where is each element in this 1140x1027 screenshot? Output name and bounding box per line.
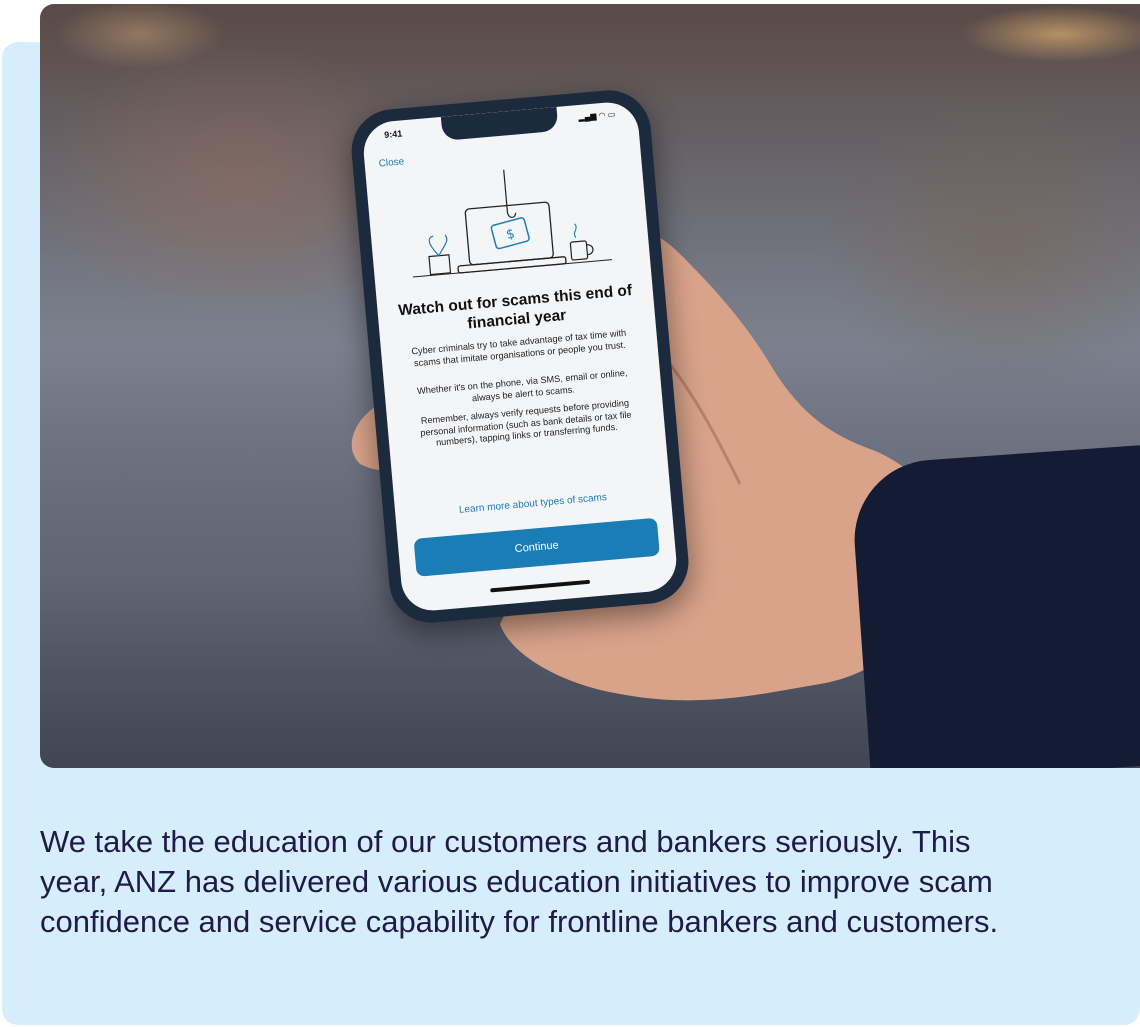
status-time: 9:41 [383,128,403,140]
close-button[interactable]: Close [378,156,404,169]
svg-text:$: $ [505,226,517,243]
hero-photo: 9:41 ▂▄▆ ◠ ▭ Close $ Watch out for scams… [40,4,1140,768]
laptop-dollar-hook-icon: $ [412,169,612,278]
home-indicator [490,579,591,593]
signal-wifi-battery-icon: ▂▄▆ ◠ ▭ [578,109,616,122]
phone-notch [440,106,559,141]
jacket-sleeve [849,443,1140,768]
phone-screen: 9:41 ▂▄▆ ◠ ▭ Close $ Watch out for scams… [361,99,679,614]
phone-device: 9:41 ▂▄▆ ◠ ▭ Close $ Watch out for scams… [348,86,692,627]
continue-button[interactable]: Continue [413,517,660,577]
education-caption: We take the education of our customers a… [40,824,999,939]
learn-more-link[interactable]: Learn more about types of scams [415,488,651,520]
